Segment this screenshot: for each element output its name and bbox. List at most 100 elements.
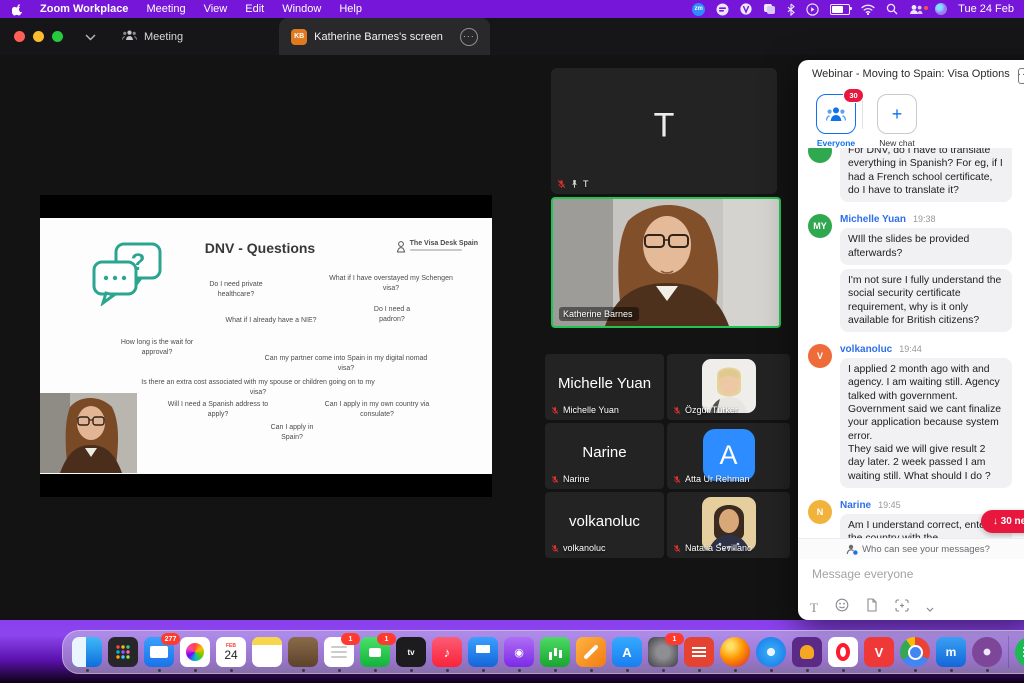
dock-photos[interactable]	[180, 637, 210, 667]
dock-chart-app[interactable]	[540, 637, 570, 667]
video-tile-ozgur[interactable]: Özgür Türker	[667, 354, 790, 420]
dock-apple-tv[interactable]: tv	[396, 637, 426, 667]
emoji-icon[interactable]	[835, 598, 849, 617]
tile-name-label: Michelle Yuan	[563, 405, 619, 415]
video-tile-t[interactable]: T T	[551, 68, 777, 194]
dock-music[interactable]: ♪	[432, 637, 462, 667]
privacy-row[interactable]: Who can see your messages?	[798, 538, 1024, 559]
dock-podcasts[interactable]: ◉	[504, 637, 534, 667]
chat-bubble[interactable]: I'm not sure I fully understand the soci…	[840, 269, 1012, 332]
menu-meeting[interactable]: Meeting	[137, 0, 194, 18]
zoom-menubar-icon[interactable]: zm	[692, 3, 705, 16]
menu-edit[interactable]: Edit	[236, 0, 273, 18]
menu-view[interactable]: View	[195, 0, 237, 18]
chat-bubble[interactable]: I applied 2 month ago with and agency. I…	[840, 358, 1012, 488]
v-app-menubar-icon[interactable]	[740, 2, 752, 16]
dock-settings-app[interactable]: 1	[648, 637, 678, 667]
tile-name-label: volkanoluc	[563, 543, 606, 553]
dock-launchpad[interactable]	[108, 637, 138, 667]
close-window-button[interactable]	[14, 31, 25, 42]
zoom-window-button[interactable]	[52, 31, 63, 42]
slide-question: Can I apply in my own country via consul…	[292, 400, 462, 420]
podcasts-icon: ◉	[514, 646, 524, 659]
dock-app-store[interactable]: A	[612, 637, 642, 667]
bluetooth-menubar-icon[interactable]	[787, 2, 795, 16]
video-tile-narine[interactable]: Narine Narine	[545, 423, 664, 489]
popout-icon[interactable]	[1018, 68, 1024, 84]
dock-vivaldi[interactable]: V	[864, 637, 894, 667]
dock-mail[interactable]: 277	[144, 637, 174, 667]
tab-everyone[interactable]: 30 Everyone	[812, 94, 860, 148]
attach-file-icon[interactable]	[866, 598, 878, 617]
new-messages-button[interactable]: ↓ 30 new	[981, 510, 1024, 533]
sender-name[interactable]: Michelle Yuan	[840, 214, 906, 225]
message-input[interactable]	[810, 566, 1024, 582]
dock-calendar[interactable]: FEB24	[216, 637, 246, 667]
chevron-down-icon[interactable]	[85, 28, 96, 46]
tab-katherine-screen[interactable]: KB Katherine Barnes's screen ···	[279, 18, 490, 55]
dock-opera[interactable]	[828, 637, 858, 667]
presenter-webcam-overlay	[40, 393, 137, 473]
slide-question: Do I need private healthcare?	[151, 280, 321, 300]
user-switch-icon[interactable]	[909, 2, 924, 16]
chat-window: Webinar - Moving to Spain: Visa Options …	[798, 60, 1024, 620]
menu-help[interactable]: Help	[330, 0, 371, 18]
expressvpn-menubar-icon[interactable]	[716, 2, 729, 16]
video-tile-michelle[interactable]: Michelle Yuan Michelle Yuan	[545, 354, 664, 420]
screenshot-icon[interactable]	[895, 599, 909, 617]
dock-spotify[interactable]	[1015, 637, 1024, 667]
dock-maxthon[interactable]: m	[936, 637, 966, 667]
menu-app-name[interactable]: Zoom Workplace	[31, 0, 137, 18]
dock-chrome[interactable]	[900, 637, 930, 667]
pin-icon	[570, 179, 579, 189]
everyone-people-icon	[826, 106, 846, 122]
siri-icon[interactable]	[935, 3, 947, 15]
chat-message-group: V volkanoluc 19:44 I applied 2 month ago…	[808, 344, 1024, 492]
chevron-down-icon[interactable]	[926, 599, 934, 617]
stack-menubar-icon[interactable]	[763, 2, 776, 16]
chat-bubble[interactable]: WIll the slides be provided afterwards?	[840, 228, 1012, 265]
maxthon-glyph: m	[946, 645, 957, 659]
playback-menubar-icon[interactable]	[806, 2, 819, 16]
chat-message-list[interactable]: For DNV, do I have to translate everythi…	[798, 148, 1024, 538]
dock-photo-booth[interactable]	[288, 637, 318, 667]
battery-icon[interactable]	[830, 4, 850, 15]
video-tile-natalia[interactable]: Natalia Sevillano	[667, 492, 790, 558]
dock-safari[interactable]	[756, 637, 786, 667]
tile-big-letter: T	[654, 106, 675, 145]
avatar: N	[808, 500, 832, 524]
tab-options-icon[interactable]: ···	[460, 28, 478, 46]
wifi-icon[interactable]	[861, 2, 875, 16]
question-bubble-icon: ?	[92, 242, 162, 311]
mic-muted-icon	[557, 179, 566, 189]
dock-finder[interactable]	[72, 637, 102, 667]
zoom-window-tab-bar: Meeting KB Katherine Barnes's screen ···	[0, 18, 1024, 55]
dock-keynote[interactable]	[468, 637, 498, 667]
dock-facetime[interactable]: 1	[360, 637, 390, 667]
tab-meeting[interactable]: Meeting	[122, 30, 183, 44]
dock-draw-app[interactable]	[576, 637, 606, 667]
menu-window[interactable]: Window	[273, 0, 330, 18]
apple-menu-icon[interactable]	[12, 3, 23, 16]
dock-notes[interactable]	[252, 637, 282, 667]
dock-shield-browser[interactable]	[792, 637, 822, 667]
new-chat-button[interactable]: + New chat	[873, 94, 921, 148]
dock-firefox[interactable]	[720, 637, 750, 667]
message-time: 19:44	[899, 344, 922, 354]
privacy-person-icon	[846, 544, 858, 555]
kb-initials-badge: KB	[291, 29, 307, 45]
sender-name[interactable]: Narine	[840, 500, 871, 511]
menubar-clock[interactable]: Tue 24 Feb	[958, 3, 1014, 15]
dock-tasks-app[interactable]	[684, 637, 714, 667]
minimize-window-button[interactable]	[33, 31, 44, 42]
dock-reminders[interactable]: 1	[324, 637, 354, 667]
spotlight-search-icon[interactable]	[886, 2, 898, 16]
dock-tor-browser[interactable]	[972, 637, 1002, 667]
video-tile-katherine[interactable]: Katherine Barnes	[551, 197, 781, 328]
format-text-icon[interactable]: T	[810, 600, 818, 616]
chat-bubble[interactable]: For DNV, do I have to translate everythi…	[840, 148, 1012, 202]
video-tile-atta[interactable]: A Atta Ur Rehman	[667, 423, 790, 489]
tile-big-name: volkanoluc	[569, 513, 640, 530]
video-tile-volkanoluc[interactable]: volkanoluc volkanoluc	[545, 492, 664, 558]
sender-name[interactable]: volkanoluc	[840, 344, 892, 355]
